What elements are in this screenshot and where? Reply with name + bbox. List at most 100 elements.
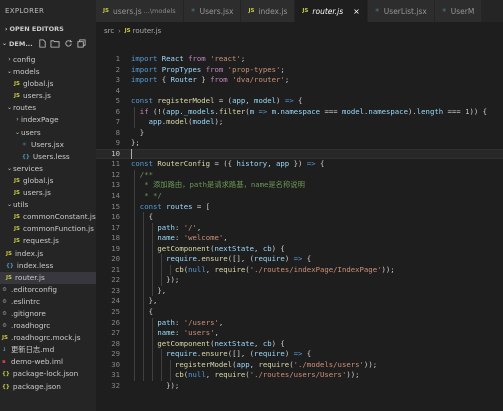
code-token: 'prop-types' [227, 64, 281, 74]
tree-folder[interactable]: › indexPage [0, 114, 96, 126]
code-line: require.ensure([], (require) => { [131, 349, 311, 360]
close-icon[interactable]: × [353, 7, 360, 16]
line-number: 16 [111, 212, 120, 222]
refresh-icon[interactable] [63, 38, 74, 49]
tree-folder[interactable]: ⌄ models [0, 66, 96, 78]
editor-tab[interactable]: JS users.js ...\models [96, 0, 184, 22]
tree-file[interactable]: ⚙ .roadhogrc [0, 320, 96, 332]
code-token: require [166, 254, 197, 264]
tree-file[interactable]: JS .roadhogrc.mock.js [0, 332, 96, 344]
code-token: require [254, 349, 285, 359]
code-token: null [188, 370, 206, 380]
code-line: }, [131, 296, 158, 307]
editor-tab[interactable]: ⚛ Users.jsx [183, 0, 242, 22]
editor-tab[interactable]: ⚛ UserM [434, 0, 483, 22]
code-token: history [236, 159, 268, 169]
code-token: => [306, 159, 316, 169]
code-token: , [196, 222, 202, 232]
tree-folder[interactable]: › config [0, 54, 96, 66]
tree-file[interactable]: ⚙ .editorconfig [0, 284, 96, 296]
line-number: 13 [111, 180, 120, 190]
chevron-right-icon: › [118, 27, 121, 35]
tree-item-label: utils [13, 200, 29, 210]
code-token: }) [289, 159, 307, 169]
new-file-icon[interactable] [37, 38, 48, 49]
code-line: getComponent(nextState, cb) { [131, 244, 284, 255]
line-number: 2 [115, 64, 120, 74]
code-token: '/' [183, 222, 197, 232]
tree-file[interactable]: JS request.js [0, 235, 96, 247]
tree-folder[interactable]: ⌄ services [0, 163, 96, 175]
tree-file[interactable]: JS index.js [0, 248, 96, 260]
line-number: 20 [111, 254, 120, 264]
code-token: require [214, 264, 246, 274]
tree-file[interactable]: JS router.js [0, 271, 96, 284]
collapse-all-icon[interactable] [76, 38, 87, 49]
chevron-down-icon: ⌄ [2, 40, 8, 47]
editor-tab[interactable]: JS index.js [241, 0, 296, 22]
tree-file[interactable]: ⚛ Users.jsx [0, 139, 96, 151]
tree-file[interactable]: ↓ 更新日志.md [0, 344, 96, 356]
breadcrumb-folder[interactable]: src [104, 27, 114, 35]
code-token: registerModel [174, 359, 233, 369]
tree-file[interactable]: ⚙ .gitignore [0, 308, 96, 320]
tree-file[interactable]: ▪ demo-web.iml [0, 356, 96, 368]
line-number: 24 [111, 296, 120, 306]
line-number: 28 [111, 338, 120, 348]
new-folder-icon[interactable] [50, 38, 61, 49]
code-line: { [131, 212, 153, 223]
js-file-icon: JS [14, 177, 21, 184]
js-file-icon: JS [14, 238, 21, 245]
tree-file[interactable]: {} package.json [0, 381, 96, 393]
tree-item-label: .editorconfig [11, 284, 57, 294]
tree-folder[interactable]: ⌄ utils [0, 199, 96, 211]
code-line: path: '/', [131, 223, 201, 234]
open-editors-section[interactable]: › OPEN EDITORS [0, 22, 96, 36]
code-token: ) [284, 254, 294, 264]
code-editor[interactable]: 1 import React from 'react'; 2 import PropT… [96, 54, 503, 411]
line-number: 7 [115, 117, 120, 127]
code-token: { [302, 254, 312, 264]
tree-file[interactable]: JS commonConstant.js [0, 211, 96, 223]
tree-file[interactable]: JS global.js [0, 78, 96, 90]
code-token: import [131, 75, 162, 85]
tree-file[interactable]: {} index.less [0, 260, 96, 272]
breadcrumb-file[interactable]: router.js [133, 27, 162, 35]
line-number: 25 [111, 306, 120, 316]
tree-file[interactable]: ⚙ .eslintrc [0, 296, 96, 308]
tree-item-label: package.json [12, 381, 61, 391]
tree-file[interactable]: JS global.js [0, 175, 96, 187]
code-token: from [188, 54, 211, 63]
tree-file[interactable]: {} package-lock.json [0, 368, 96, 380]
line-number: 11 [111, 159, 120, 169]
tree-folder[interactable]: ⌄ users [0, 127, 96, 139]
code-token: RouterConfig [157, 159, 211, 169]
tree-file[interactable]: JS commonFunction.js [0, 223, 96, 235]
line-number: 14 [111, 191, 120, 201]
tree-folder[interactable]: ⌄ routes [0, 102, 96, 114]
code-token: require [258, 359, 290, 369]
editor-tab[interactable]: ⚛ UserList.jsx [367, 0, 435, 22]
tree-file[interactable]: JS users.js [0, 90, 96, 102]
code-token: )); [381, 264, 395, 274]
line-number: 12 [111, 169, 120, 179]
code-token: (!( [152, 106, 167, 116]
editor-tab[interactable]: JS router.js × [295, 0, 368, 22]
tree-item-label: services [13, 163, 43, 173]
code-token: : [174, 317, 184, 327]
tree-file[interactable]: {} Users.less [0, 151, 96, 163]
project-section[interactable]: ⌄ DEM... [0, 36, 96, 51]
js-file-icon: JS [248, 8, 255, 14]
js-file-icon: JS [14, 93, 21, 100]
chevron-down-icon: ⌄ [6, 104, 13, 112]
code-line: { [131, 307, 153, 318]
tree-file[interactable]: JS users.js [0, 187, 96, 199]
